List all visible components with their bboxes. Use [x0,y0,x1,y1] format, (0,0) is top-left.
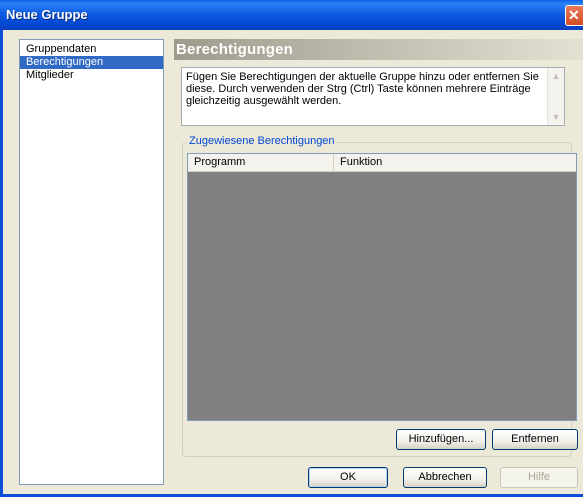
description-text: Fügen Sie Berechtigungen der aktuelle Gr… [186,71,539,107]
description-box: Fügen Sie Berechtigungen der aktuelle Gr… [181,67,565,126]
window-frame-left [0,30,3,497]
list-header: Programm Funktion [188,154,576,172]
column-header-funktion[interactable]: Funktion [334,154,576,171]
nav-item-berechtigungen[interactable]: Berechtigungen [20,56,163,69]
permissions-group-label: Zugewiesene Berechtigungen [187,135,337,148]
description-scrollbar[interactable]: ▲ ▼ [547,68,564,125]
nav-item-gruppendaten[interactable]: Gruppendaten [20,43,163,56]
close-icon: ✕ [568,7,580,23]
navigation-list: Gruppendaten Berechtigungen Mitglieder [19,39,164,485]
close-button[interactable]: ✕ [565,5,583,26]
ok-button[interactable]: OK [308,467,388,488]
scroll-down-arrow-icon[interactable]: ▼ [548,109,564,125]
window-title: Neue Gruppe [6,7,88,22]
nav-item-mitglieder[interactable]: Mitglieder [20,69,163,82]
scroll-up-arrow-icon[interactable]: ▲ [548,68,564,84]
section-header: Berechtigungen [174,39,583,60]
remove-button[interactable]: Entfernen [492,429,578,450]
add-button[interactable]: Hinzufügen... [396,429,486,450]
cancel-button[interactable]: Abbrechen [403,467,487,488]
title-bar: Neue Gruppe ✕ [0,0,583,30]
help-button[interactable]: Hilfe [500,467,578,488]
section-title: Berechtigungen [176,41,293,58]
permissions-list[interactable]: Programm Funktion [187,153,577,421]
column-header-programm[interactable]: Programm [188,154,334,171]
